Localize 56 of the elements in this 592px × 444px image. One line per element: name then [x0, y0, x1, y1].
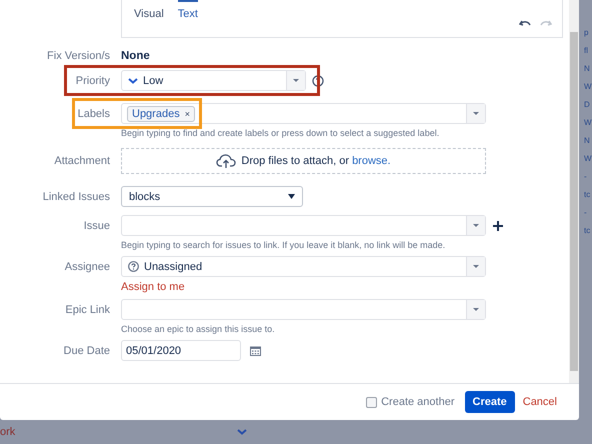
tag-text: Upgrades: [132, 108, 180, 120]
chevron-down-icon: [237, 429, 248, 435]
field-label: Labels: [76, 108, 110, 120]
plus-icon[interactable]: [493, 220, 503, 230]
cancel-link[interactable]: Cancel: [520, 391, 559, 413]
issue-field[interactable]: [121, 215, 486, 236]
field-label: Attachment: [53, 155, 110, 167]
background-text: p: [584, 28, 590, 37]
background-text: D: [584, 100, 591, 109]
priority-select[interactable]: Low: [121, 70, 306, 91]
drop-instructions: Drop files to attach, or browse.: [241, 155, 391, 167]
help-icon[interactable]: [312, 74, 324, 86]
epic-link-field[interactable]: [121, 299, 486, 320]
checkbox[interactable]: [366, 396, 378, 408]
field-label: Assignee: [64, 260, 110, 272]
background-text: W: [584, 154, 592, 163]
background-text: fl: [584, 46, 589, 55]
background-text: -: [584, 208, 588, 217]
background-text: tc: [584, 226, 592, 235]
background-text: N: [584, 136, 591, 145]
background-text: -: [584, 172, 588, 181]
field-hint: Choose an epic to assign this issue to.: [121, 324, 275, 334]
background-text: W: [584, 118, 592, 127]
remove-tag-button[interactable]: ×: [184, 108, 190, 118]
dropdown-triangle-icon: [288, 194, 295, 199]
link-type-select[interactable]: blocks: [121, 186, 303, 207]
field-hint: Begin typing to search for issues to link. If you leave it blank, no link will be made.: [121, 240, 446, 250]
assignee-value: Unassigned: [144, 260, 202, 272]
unassigned-avatar-icon: [128, 261, 139, 272]
date-field[interactable]: 05/01/2020: [121, 340, 241, 361]
field-label: Epic Link: [64, 304, 110, 316]
labels-field[interactable]: Upgrades ×: [121, 103, 486, 124]
cloud-upload-icon: [216, 154, 236, 168]
file-drop-zone[interactable]: Drop files to attach, or browse.: [121, 148, 486, 174]
chevron-down-icon: [128, 78, 138, 84]
background-text: W: [584, 82, 592, 91]
field-label: Linked Issues: [42, 190, 110, 202]
background-text: tc: [584, 190, 592, 199]
background-text: ork: [0, 426, 16, 438]
scrollbar[interactable]: [569, 0, 579, 383]
field-hint: Begin typing to find and create labels or press down to select a suggested label.: [121, 128, 440, 138]
field-value: None: [121, 50, 150, 62]
create-button[interactable]: Create: [464, 391, 515, 413]
field-label: Issue: [82, 220, 110, 232]
field-label: Priority: [74, 74, 110, 86]
background-text: N: [584, 64, 591, 73]
priority-value: Low: [143, 74, 164, 86]
calendar-icon[interactable]: [250, 346, 261, 356]
field-label: Fix Version/s: [46, 50, 110, 62]
editor-tab[interactable]: Text: [178, 0, 198, 24]
assignee-select[interactable]: Unassigned: [121, 256, 486, 277]
field-label: Due Date: [62, 344, 110, 356]
checkbox-label: Create another: [381, 396, 454, 408]
assign-to-me-link[interactable]: Assign to me: [121, 281, 185, 293]
editor-tab[interactable]: Visual: [134, 0, 164, 24]
browse-link[interactable]: browse.: [352, 155, 391, 167]
